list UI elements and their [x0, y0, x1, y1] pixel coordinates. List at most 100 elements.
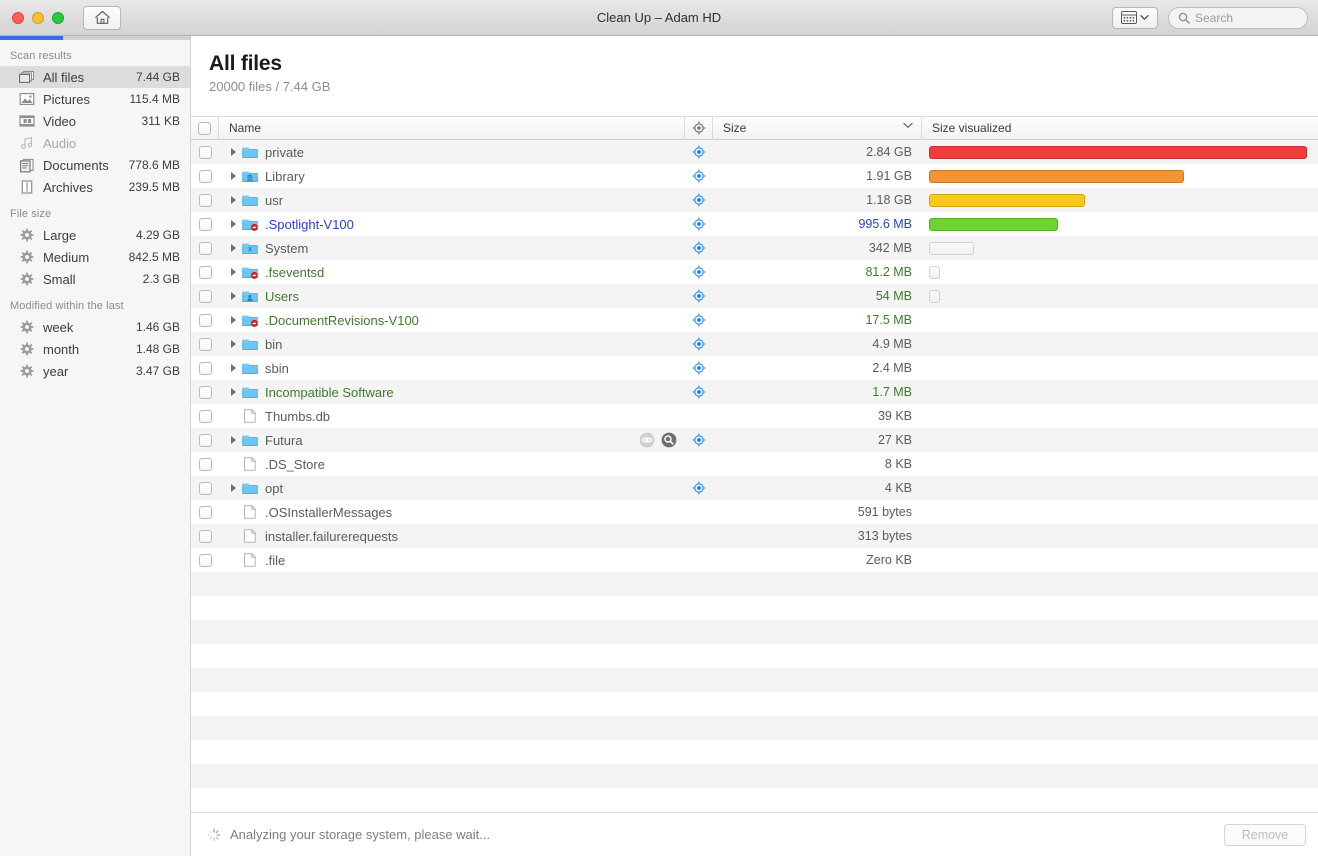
- table-row[interactable]: sbin 2.4 MB: [191, 356, 1318, 380]
- row-target-cell[interactable]: [685, 385, 713, 399]
- sidebar-item-documents[interactable]: Documents 778.6 MB: [0, 154, 190, 176]
- table-row[interactable]: Library 1.91 GB: [191, 164, 1318, 188]
- disclosure-triangle-icon[interactable]: [227, 388, 239, 396]
- table-row[interactable]: installer.failurerequests 313 bytes: [191, 524, 1318, 548]
- sidebar-item-archives[interactable]: Archives 239.5 MB: [0, 176, 190, 198]
- row-target-cell[interactable]: [685, 265, 713, 279]
- table-row[interactable]: .fseventsd 81.2 MB: [191, 260, 1318, 284]
- target-icon[interactable]: [692, 193, 706, 207]
- target-icon[interactable]: [692, 217, 706, 231]
- row-checkbox[interactable]: [198, 553, 212, 567]
- select-all-checkbox[interactable]: [198, 121, 211, 135]
- column-header-name[interactable]: Name: [219, 116, 685, 140]
- row-checkbox-cell[interactable]: [191, 553, 219, 567]
- row-checkbox-cell[interactable]: [191, 433, 219, 447]
- row-target-cell[interactable]: [685, 313, 713, 327]
- disclosure-triangle-icon[interactable]: [227, 268, 239, 276]
- target-icon[interactable]: [692, 337, 706, 351]
- disclosure-triangle-icon[interactable]: [227, 340, 239, 348]
- row-checkbox[interactable]: [198, 409, 212, 423]
- row-checkbox[interactable]: [198, 529, 212, 543]
- sidebar-item-small[interactable]: Small 2.3 GB: [0, 268, 190, 290]
- sidebar-item-week[interactable]: week 1.46 GB: [0, 316, 190, 338]
- row-checkbox[interactable]: [198, 145, 212, 159]
- disclosure-triangle-icon[interactable]: [227, 316, 239, 324]
- select-all-column-header[interactable]: [191, 116, 219, 140]
- sidebar-item-medium[interactable]: Medium 842.5 MB: [0, 246, 190, 268]
- row-checkbox[interactable]: [198, 505, 212, 519]
- row-checkbox-cell[interactable]: [191, 169, 219, 183]
- row-checkbox[interactable]: [198, 337, 212, 351]
- target-icon[interactable]: [692, 241, 706, 255]
- zoom-button[interactable]: [52, 11, 64, 24]
- home-button[interactable]: [83, 5, 121, 30]
- search-input[interactable]: Search: [1168, 6, 1308, 29]
- table-row[interactable]: bin 4.9 MB: [191, 332, 1318, 356]
- minimize-button[interactable]: [32, 11, 44, 24]
- column-header-size[interactable]: Size: [713, 116, 922, 140]
- row-checkbox-cell[interactable]: [191, 289, 219, 303]
- disclosure-triangle-icon[interactable]: [227, 364, 239, 372]
- disclosure-triangle-icon[interactable]: [227, 244, 239, 252]
- row-checkbox-cell[interactable]: [191, 505, 219, 519]
- disclosure-triangle-icon[interactable]: [227, 196, 239, 204]
- row-checkbox-cell[interactable]: [191, 313, 219, 327]
- row-target-cell[interactable]: [685, 193, 713, 207]
- target-icon[interactable]: [692, 385, 706, 399]
- remove-button[interactable]: Remove: [1224, 823, 1306, 846]
- row-checkbox-cell[interactable]: [191, 361, 219, 375]
- row-target-cell[interactable]: [685, 361, 713, 375]
- row-checkbox-cell[interactable]: [191, 241, 219, 255]
- row-target-cell[interactable]: [685, 481, 713, 495]
- row-checkbox[interactable]: [198, 193, 212, 207]
- table-row[interactable]: X System 342 MB: [191, 236, 1318, 260]
- table-row[interactable]: usr 1.18 GB: [191, 188, 1318, 212]
- row-checkbox[interactable]: [198, 385, 212, 399]
- file-list[interactable]: private 2.84 GB Library 1.91 GB usr 1.18…: [191, 140, 1318, 848]
- table-row[interactable]: Users 54 MB: [191, 284, 1318, 308]
- table-row[interactable]: .DocumentRevisions-V100 17.5 MB: [191, 308, 1318, 332]
- row-checkbox-cell[interactable]: [191, 217, 219, 231]
- view-options-button[interactable]: [1112, 6, 1158, 29]
- row-checkbox-cell[interactable]: [191, 481, 219, 495]
- table-row[interactable]: private 2.84 GB: [191, 140, 1318, 164]
- table-row[interactable]: .OSInstallerMessages 591 bytes: [191, 500, 1318, 524]
- sidebar-item-audio[interactable]: Audio: [0, 132, 190, 154]
- table-row[interactable]: .DS_Store 8 KB: [191, 452, 1318, 476]
- row-checkbox[interactable]: [198, 361, 212, 375]
- sidebar-item-large[interactable]: Large 4.29 GB: [0, 224, 190, 246]
- sidebar-item-month[interactable]: month 1.48 GB: [0, 338, 190, 360]
- disclosure-triangle-icon[interactable]: [227, 148, 239, 156]
- row-target-cell[interactable]: [685, 433, 713, 447]
- row-checkbox-cell[interactable]: [191, 265, 219, 279]
- target-icon[interactable]: [692, 481, 706, 495]
- row-target-cell[interactable]: [685, 241, 713, 255]
- row-checkbox[interactable]: [198, 289, 212, 303]
- row-checkbox-cell[interactable]: [191, 337, 219, 351]
- row-checkbox-cell[interactable]: [191, 457, 219, 471]
- table-row[interactable]: opt 4 KB: [191, 476, 1318, 500]
- row-checkbox-cell[interactable]: [191, 409, 219, 423]
- row-checkbox[interactable]: [198, 217, 212, 231]
- column-header-size-visualized[interactable]: Size visualized: [922, 116, 1318, 140]
- target-icon[interactable]: [692, 265, 706, 279]
- target-icon[interactable]: [692, 289, 706, 303]
- close-button[interactable]: [12, 11, 24, 24]
- sidebar-item-pictures[interactable]: Pictures 115.4 MB: [0, 88, 190, 110]
- target-icon[interactable]: [692, 433, 706, 447]
- row-checkbox[interactable]: [198, 433, 212, 447]
- table-row[interactable]: .file Zero KB: [191, 548, 1318, 572]
- reveal-in-finder-icon[interactable]: [661, 432, 677, 448]
- target-icon[interactable]: [692, 313, 706, 327]
- column-header-target[interactable]: [685, 116, 713, 140]
- table-row[interactable]: Thumbs.db 39 KB: [191, 404, 1318, 428]
- table-row[interactable]: Incompatible Software 1.7 MB: [191, 380, 1318, 404]
- table-row[interactable]: Futura 27 KB: [191, 428, 1318, 452]
- row-target-cell[interactable]: [685, 337, 713, 351]
- target-icon[interactable]: [692, 361, 706, 375]
- row-checkbox-cell[interactable]: [191, 193, 219, 207]
- disclosure-triangle-icon[interactable]: [227, 292, 239, 300]
- row-checkbox[interactable]: [198, 169, 212, 183]
- sidebar-item-all-files[interactable]: All files 7.44 GB: [0, 66, 190, 88]
- row-target-cell[interactable]: [685, 145, 713, 159]
